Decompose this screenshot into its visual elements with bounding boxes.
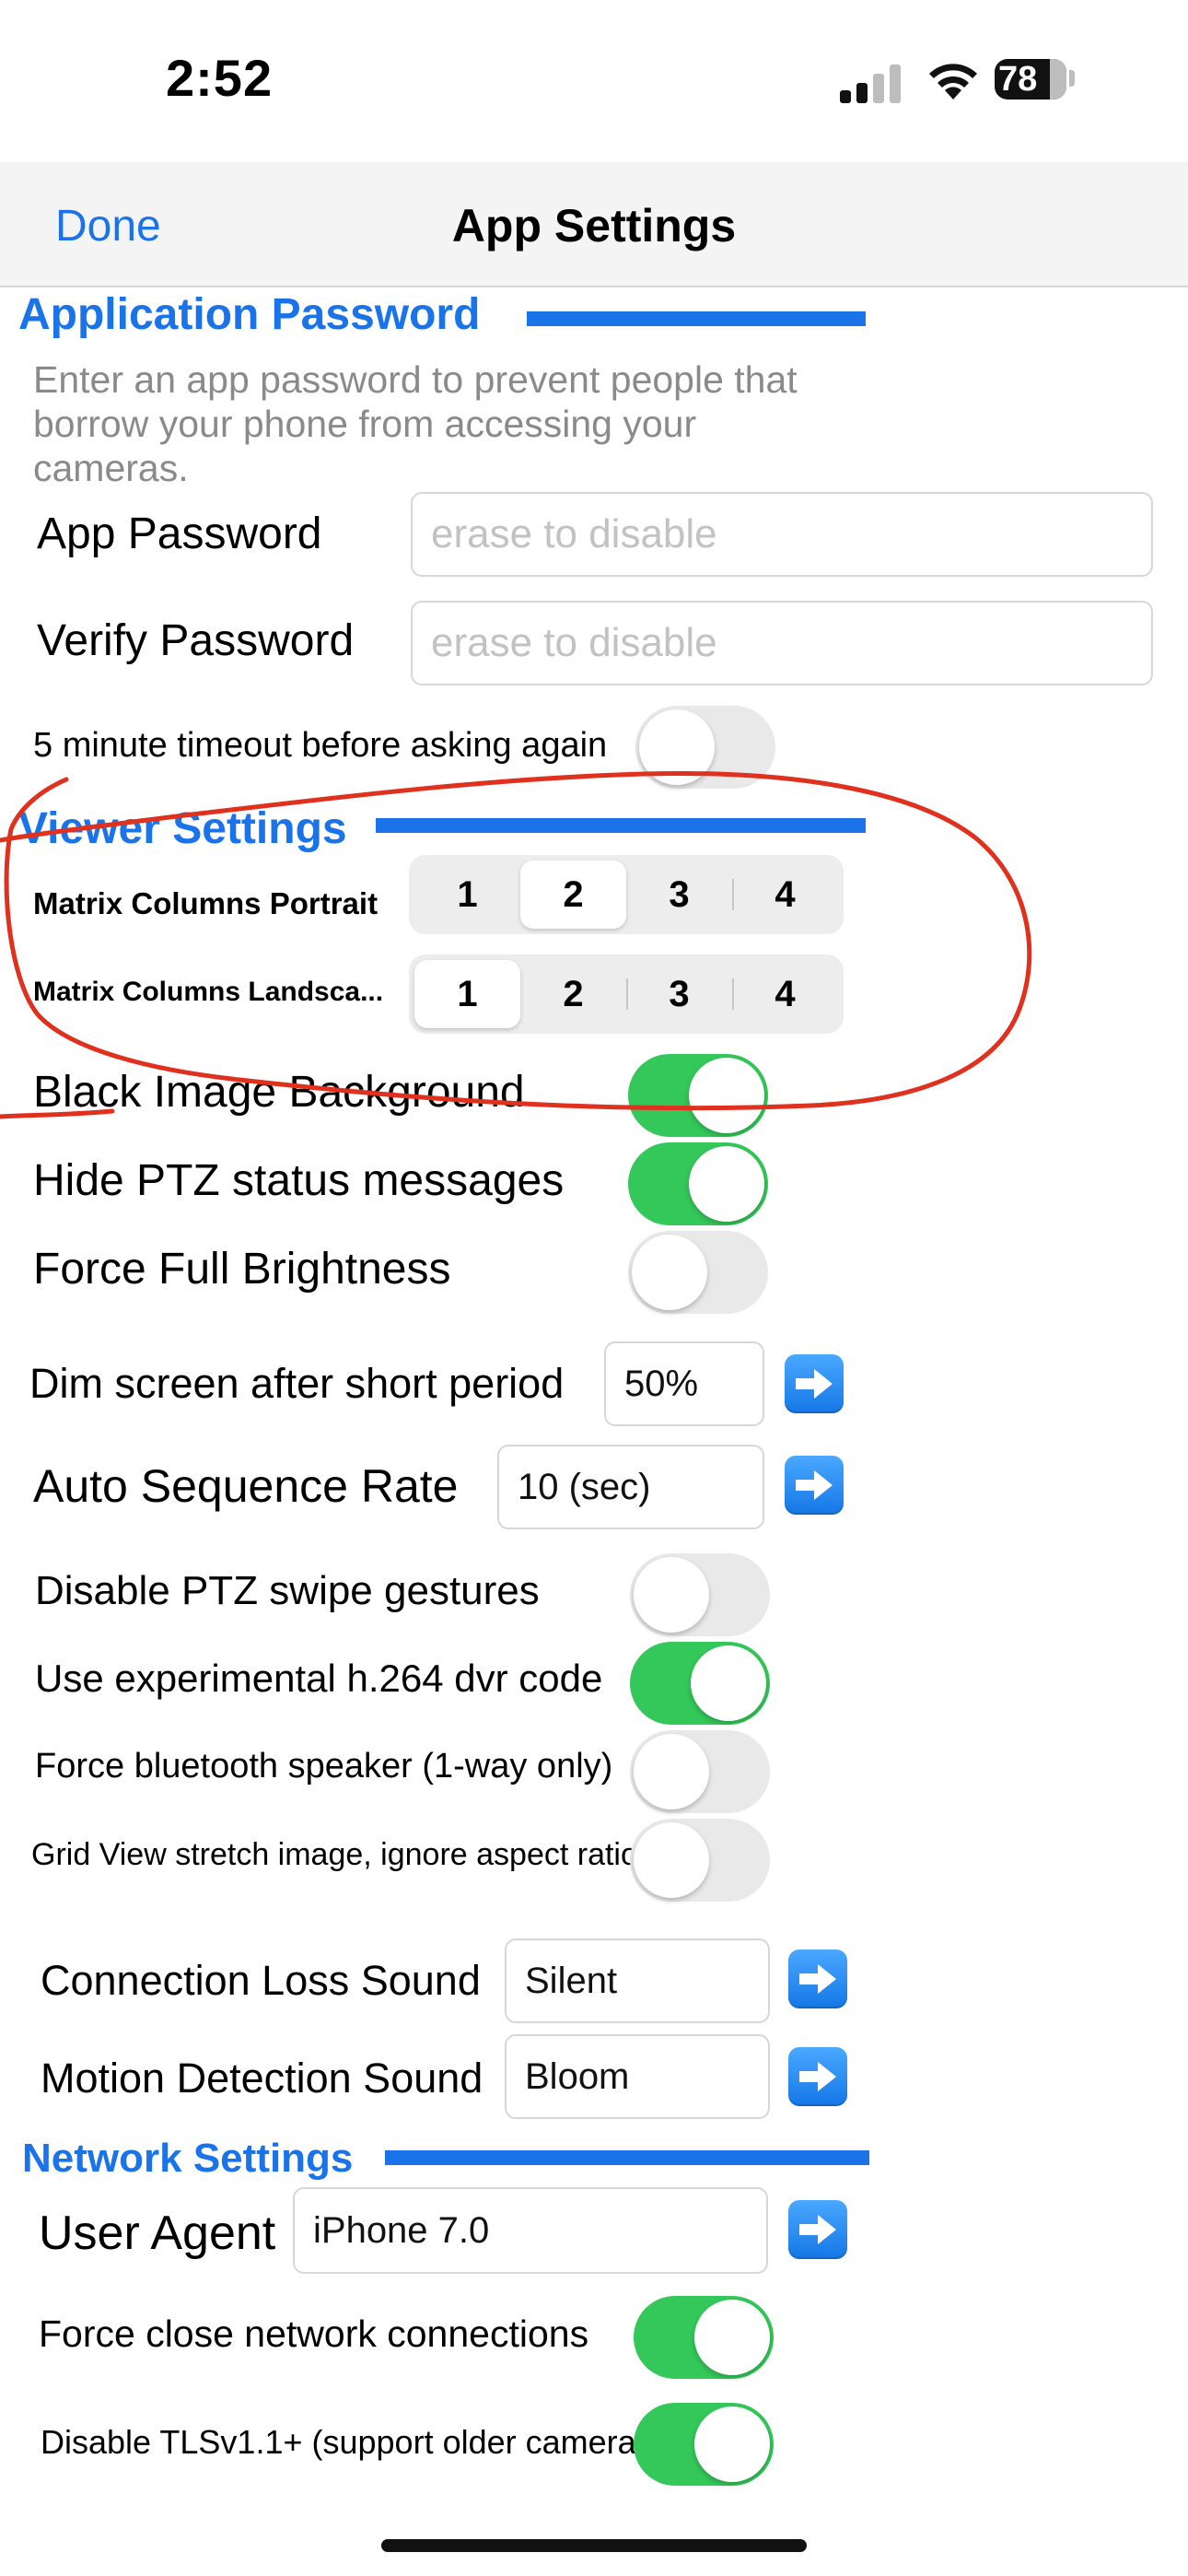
force-close-label: Force close network connections — [39, 2313, 589, 2355]
force-brightness-label: Force Full Brightness — [33, 1245, 451, 1294]
force-brightness-toggle[interactable] — [628, 1231, 768, 1314]
arrow-right-icon — [796, 1470, 833, 1500]
hide-ptz-toggle[interactable] — [628, 1142, 768, 1225]
timeout-label: 5 minute timeout before asking again — [33, 726, 608, 765]
done-button[interactable]: Done — [55, 201, 161, 252]
segment-option[interactable]: 2 — [520, 960, 626, 1028]
experimental-h264-toggle[interactable] — [630, 1642, 770, 1725]
home-indicator — [381, 2539, 807, 2552]
nav-bar: App Settings Done — [0, 162, 1188, 287]
arrow-right-icon — [799, 2215, 836, 2244]
segment-option[interactable]: 3 — [626, 861, 732, 929]
section-title-network: Network Settings — [22, 2136, 354, 2181]
connection-loss-sound-field[interactable]: Silent — [505, 1938, 770, 2023]
section-title-viewer: Viewer Settings — [18, 804, 347, 853]
verify-password-field[interactable]: erase to disable — [411, 601, 1153, 685]
connection-loss-sound-arrow-button[interactable] — [788, 1950, 847, 2008]
bluetooth-speaker-toggle[interactable] — [630, 1730, 770, 1813]
section-divider — [385, 2150, 869, 2165]
status-time: 2:52 — [166, 49, 274, 107]
page-title: App Settings — [451, 200, 737, 252]
user-agent-field[interactable]: iPhone 7.0 — [293, 2187, 768, 2274]
bluetooth-speaker-label: Force bluetooth speaker (1-way only) — [35, 1747, 613, 1786]
auto-sequence-field[interactable]: 10 (sec) — [497, 1445, 764, 1529]
matrix-landscape-label: Matrix Columns Landsca... — [33, 977, 384, 1007]
app-password-field[interactable]: erase to disable — [411, 492, 1153, 577]
dim-screen-label: Dim screen after short period — [29, 1360, 565, 1407]
disable-ptz-swipe-label: Disable PTZ swipe gestures — [35, 1568, 540, 1613]
segment-option[interactable]: 3 — [626, 960, 732, 1028]
user-agent-arrow-button[interactable] — [788, 2200, 847, 2259]
grid-stretch-label: Grid View stretch image, ignore aspect r… — [31, 1837, 638, 1872]
user-agent-label: User Agent — [39, 2207, 276, 2260]
disable-tls-label: Disable TLSv1.1+ (support older camera — [41, 2423, 636, 2461]
matrix-portrait-segmented[interactable]: 1 2 3 4 — [409, 855, 844, 934]
segment-option[interactable]: 4 — [732, 861, 838, 929]
hide-ptz-label: Hide PTZ status messages — [33, 1156, 565, 1205]
arrow-right-icon — [799, 1964, 836, 1994]
disable-ptz-swipe-toggle[interactable] — [630, 1553, 770, 1636]
matrix-landscape-segmented[interactable]: 1 2 3 4 — [409, 954, 844, 1034]
section-title-app-password: Application Password — [18, 290, 481, 339]
app-password-description: Enter an app password to prevent people … — [33, 358, 798, 489]
matrix-portrait-label: Matrix Columns Portrait — [33, 886, 379, 920]
status-icons: 78 — [840, 57, 1089, 105]
segment-option-selected[interactable]: 2 — [520, 861, 626, 929]
black-background-label: Black Image Background — [33, 1068, 525, 1117]
signal-icon — [840, 64, 901, 103]
timeout-toggle[interactable] — [635, 706, 775, 789]
battery-level: 78 — [998, 60, 1038, 99]
disable-tls-toggle[interactable] — [634, 2403, 774, 2486]
segment-option-selected[interactable]: 1 — [414, 960, 520, 1028]
dim-screen-arrow-button[interactable] — [785, 1354, 844, 1413]
dim-screen-field[interactable]: 50% — [604, 1341, 764, 1426]
battery-icon: 78 — [995, 59, 1066, 100]
experimental-h264-label: Use experimental h.264 dvr code — [35, 1657, 603, 1700]
section-divider — [527, 311, 866, 326]
section-divider — [376, 818, 866, 833]
auto-sequence-label: Auto Sequence Rate — [33, 1460, 459, 1512]
motion-detection-sound-arrow-button[interactable] — [788, 2047, 847, 2106]
app-password-label: App Password — [37, 509, 322, 558]
verify-password-label: Verify Password — [37, 616, 355, 665]
wifi-icon — [929, 64, 977, 100]
auto-sequence-arrow-button[interactable] — [785, 1456, 844, 1515]
grid-stretch-toggle[interactable] — [630, 1819, 770, 1902]
arrow-right-icon — [796, 1369, 833, 1399]
segment-option[interactable]: 1 — [414, 861, 520, 929]
arrow-right-icon — [799, 2062, 836, 2091]
segment-option[interactable]: 4 — [732, 960, 838, 1028]
connection-loss-sound-label: Connection Loss Sound — [41, 1957, 481, 2004]
force-close-toggle[interactable] — [634, 2296, 774, 2379]
motion-detection-sound-field[interactable]: Bloom — [505, 2034, 770, 2119]
motion-detection-sound-label: Motion Detection Sound — [41, 2055, 483, 2102]
black-background-toggle[interactable] — [628, 1054, 768, 1137]
